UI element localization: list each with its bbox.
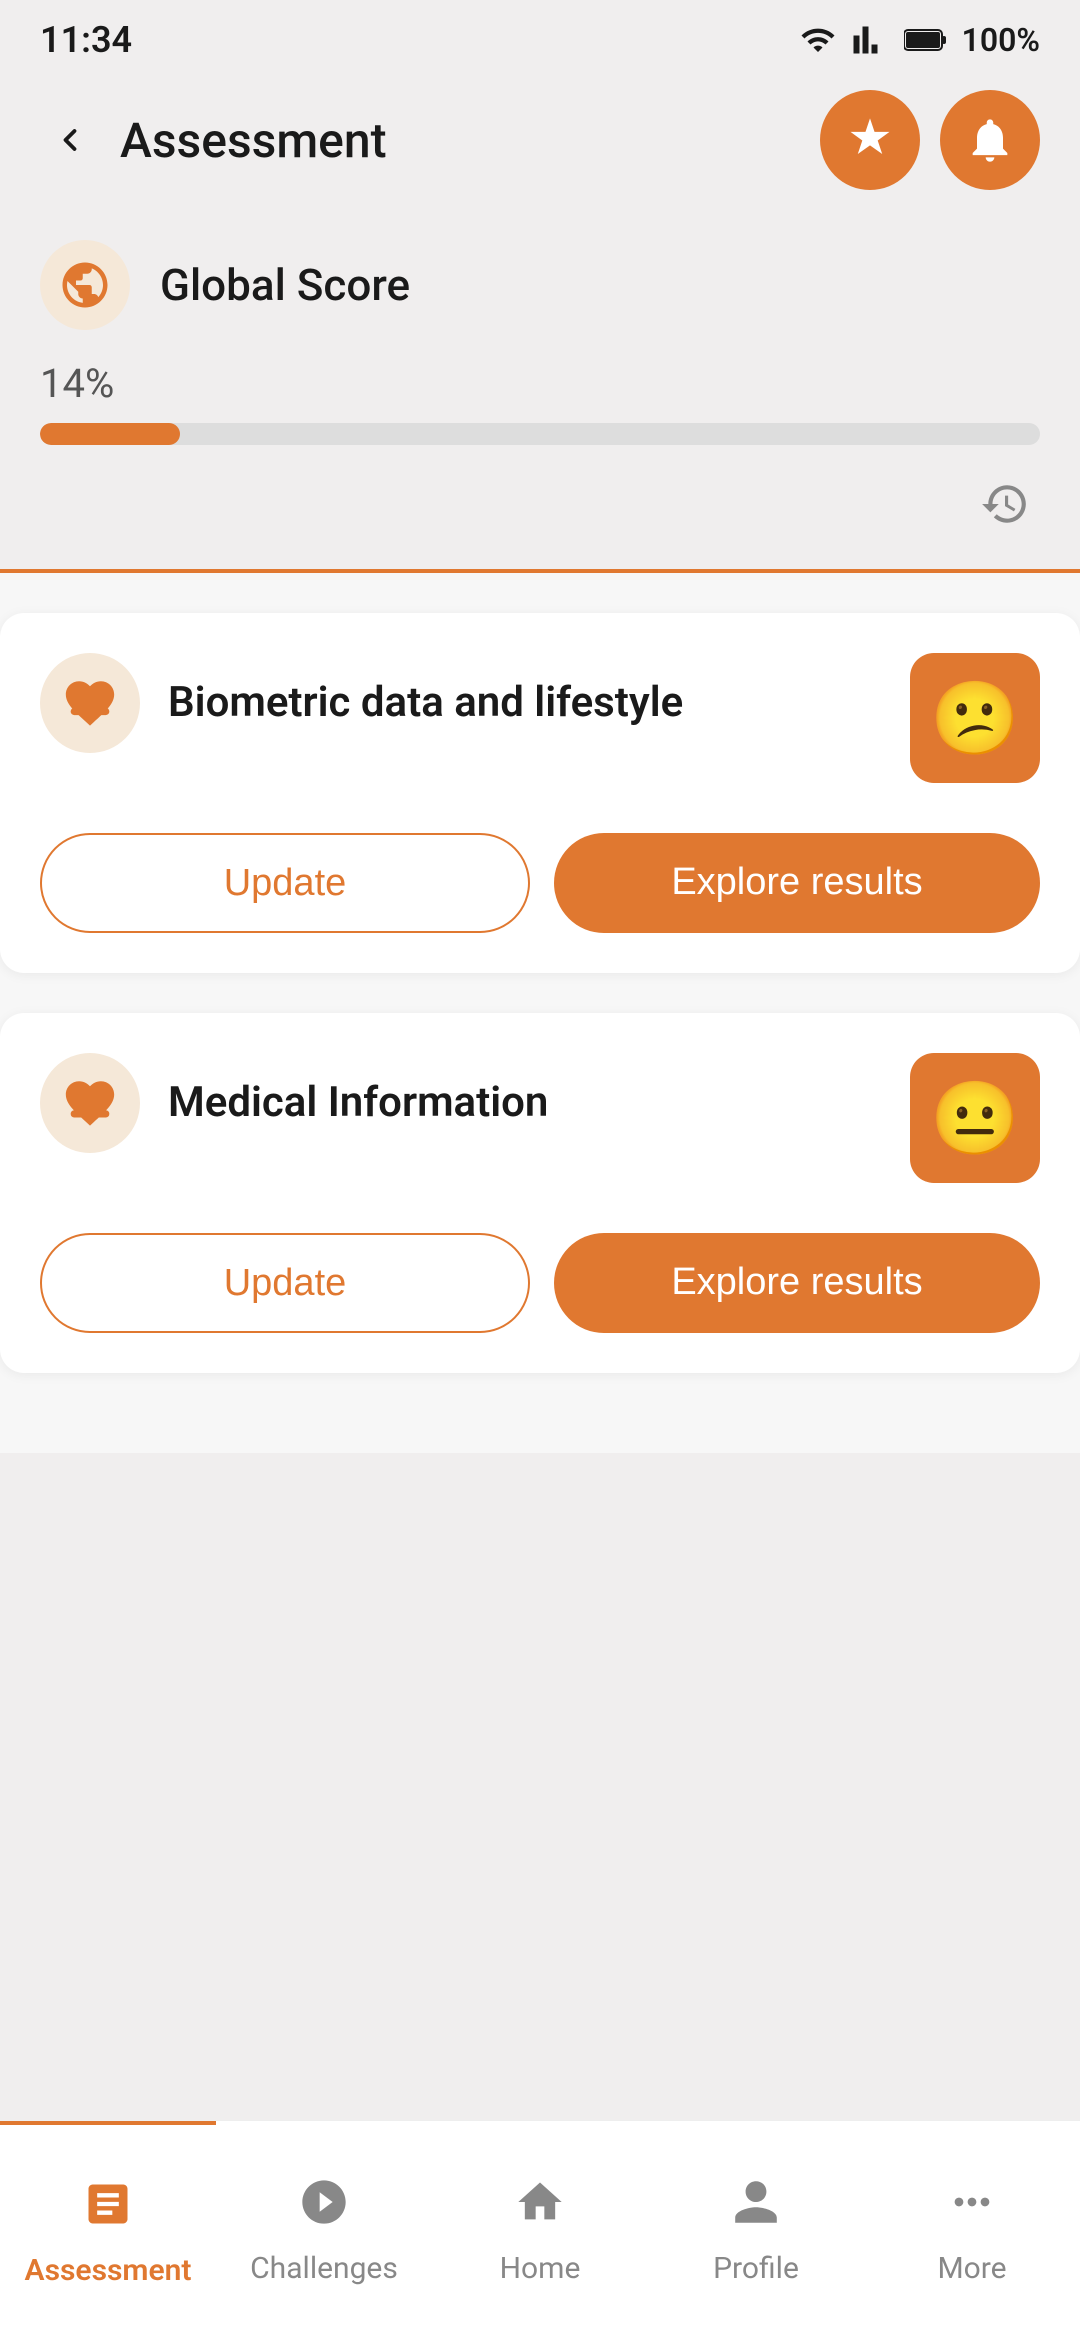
biometric-card-left: Biometric data and lifestyle [40, 653, 910, 753]
assessment-nav-label: Assessment [25, 2253, 192, 2288]
biometric-explore-button[interactable]: Explore results [554, 833, 1040, 933]
home-nav-icon [514, 2176, 566, 2241]
biometric-icon [61, 674, 119, 732]
medical-card-title: Medical Information [168, 1078, 548, 1128]
biometric-card-actions: Update Explore results [40, 833, 1040, 933]
medical-update-button[interactable]: Update [40, 1233, 530, 1333]
biometric-icon-wrap [40, 653, 140, 753]
header-actions [820, 90, 1040, 190]
home-icon [514, 2176, 566, 2228]
bell-icon [964, 114, 1016, 166]
medical-emoji-box: 😐 [910, 1053, 1040, 1183]
page-title: Assessment [120, 112, 387, 169]
status-icons: 100% [800, 21, 1040, 59]
score-footer [40, 469, 1040, 549]
profile-nav-icon [730, 2176, 782, 2241]
challenges-icon [298, 2176, 350, 2228]
battery-percent: 100% [962, 21, 1040, 59]
more-icon [946, 2176, 998, 2228]
back-button[interactable] [40, 110, 100, 170]
bottom-navigation: Assessment Challenges Home Profile [0, 2120, 1080, 2340]
globe-icon-wrap [40, 240, 130, 330]
medical-card-left: Medical Information [40, 1053, 910, 1153]
biometric-emoji-box: 😕 [910, 653, 1040, 783]
biometric-card-title: Biometric data and lifestyle [168, 678, 683, 728]
profile-nav-label: Profile [713, 2251, 799, 2286]
medical-card-header: Medical Information 😐 [40, 1053, 1040, 1183]
assessment-nav-icon [82, 2178, 134, 2243]
progress-bar-fill [40, 423, 180, 445]
medical-explore-button[interactable]: Explore results [554, 1233, 1040, 1333]
cards-section: Biometric data and lifestyle 😕 Update Ex… [0, 573, 1080, 1453]
biometric-card-header: Biometric data and lifestyle 😕 [40, 653, 1040, 783]
main-content: Global Score 14% [0, 200, 1080, 573]
medical-card-actions: Update Explore results [40, 1233, 1040, 1333]
more-nav-icon [946, 2176, 998, 2241]
progress-bar-track [40, 423, 1040, 445]
globe-icon [58, 258, 112, 312]
history-icon [980, 479, 1030, 529]
notifications-button[interactable] [940, 90, 1040, 190]
medical-emoji: 😐 [930, 1076, 1020, 1161]
nav-assessment[interactable]: Assessment [0, 2121, 216, 2340]
back-icon [52, 122, 88, 158]
nav-challenges[interactable]: Challenges [216, 2121, 432, 2340]
signal-icon [852, 22, 888, 58]
battery-icon [904, 28, 946, 52]
global-score-title: Global Score [160, 259, 410, 311]
biometric-update-button[interactable]: Update [40, 833, 530, 933]
challenges-nav-icon [298, 2176, 350, 2241]
history-button[interactable] [970, 469, 1040, 539]
more-nav-label: More [937, 2251, 1006, 2286]
status-time: 11:34 [40, 19, 132, 61]
favorites-button[interactable] [820, 90, 920, 190]
nav-more[interactable]: More [864, 2121, 1080, 2340]
nav-profile[interactable]: Profile [648, 2121, 864, 2340]
medical-icon-wrap [40, 1053, 140, 1153]
biometric-emoji: 😕 [930, 676, 1020, 761]
profile-icon [730, 2176, 782, 2228]
wifi-icon [800, 22, 836, 58]
global-score-header: Global Score [40, 240, 1040, 330]
app-header: Assessment [0, 80, 1080, 200]
challenges-nav-label: Challenges [250, 2251, 398, 2286]
home-nav-label: Home [500, 2251, 581, 2286]
global-score-section: Global Score 14% [40, 220, 1040, 569]
medical-card: Medical Information 😐 Update Explore res… [0, 1013, 1080, 1373]
score-percent: 14% [40, 360, 1040, 407]
nav-home[interactable]: Home [432, 2121, 648, 2340]
medical-icon [61, 1074, 119, 1132]
assessment-icon [82, 2178, 134, 2230]
biometric-card: Biometric data and lifestyle 😕 Update Ex… [0, 613, 1080, 973]
star-settings-icon [844, 114, 896, 166]
status-bar: 11:34 100% [0, 0, 1080, 80]
